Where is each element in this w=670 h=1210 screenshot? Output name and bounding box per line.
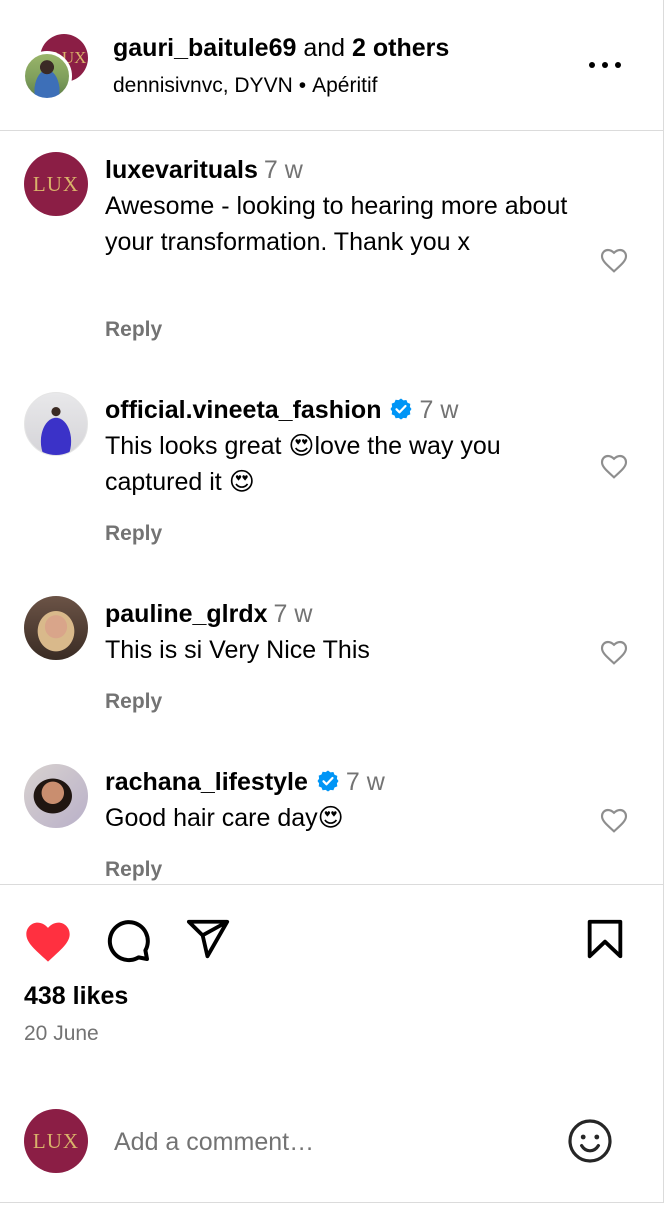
comment-body: pauline_glrdx 7 w This is si Very Nice Th… <box>105 596 575 668</box>
audio-link[interactable]: Apéritif <box>312 74 377 97</box>
save-bookmark-icon[interactable] <box>582 916 628 962</box>
comment-username[interactable]: official.vineeta_fashion <box>105 396 381 424</box>
add-comment-input[interactable] <box>114 1122 554 1162</box>
post-comments-panel: LUX gauri_baitule69 and 2 others dennisi… <box>0 0 664 1203</box>
comment-text-part: This looks great <box>105 432 289 460</box>
more-options-icon[interactable] <box>585 52 625 78</box>
current-user-avatar: LUX <box>24 1109 88 1173</box>
post-date: 20 June <box>24 1022 99 1045</box>
commenter-avatar[interactable] <box>24 764 88 828</box>
more-dot <box>615 62 621 68</box>
authors-joiner: and <box>303 34 346 62</box>
comment-text-part: Good hair care day <box>105 804 318 832</box>
comment-body: official.vineeta_fashion 7 w This looks g… <box>105 392 575 500</box>
subtitle-separator: • <box>298 74 307 97</box>
comment-text: Awesome - looking to hearing more about … <box>105 192 568 256</box>
collab-avatar-stack[interactable]: LUX <box>22 34 92 102</box>
collaborators-text[interactable]: dennisivnvc, DYVN <box>113 74 293 97</box>
verified-badge-icon <box>317 770 339 792</box>
comment-username[interactable]: pauline_glrdx <box>105 600 268 628</box>
commenter-avatar[interactable]: LUX <box>24 152 88 216</box>
comment-time: 7 w <box>263 156 303 184</box>
add-comment-bar: LUX <box>0 1090 663 1202</box>
more-dot <box>602 62 608 68</box>
more-dot <box>589 62 595 68</box>
post-authors: gauri_baitule69 and 2 others <box>113 34 449 63</box>
comment-text: Good hair care day😍 <box>105 800 575 836</box>
comment-username[interactable]: rachana_lifestyle <box>105 768 308 796</box>
reply-button[interactable]: Reply <box>105 522 162 546</box>
comment-username[interactable]: luxevarituals <box>105 156 258 184</box>
commenter-avatar[interactable] <box>24 392 88 456</box>
comment-like-heart-icon[interactable] <box>597 244 631 276</box>
comment-like-heart-icon[interactable] <box>597 450 631 482</box>
post-actions: 438 likes 20 June <box>0 886 663 1086</box>
commenter-avatar[interactable] <box>24 596 88 660</box>
heart-eyes-emoji: 😍 <box>317 803 344 832</box>
post-subtitle: dennisivnvc, DYVN • Apéritif <box>113 74 377 98</box>
owner-username[interactable]: gauri_baitule69 <box>113 34 296 62</box>
likes-count[interactable]: 438 likes <box>24 982 128 1011</box>
comments-list[interactable]: LUX luxevarituals 7 w Awesome - looking t… <box>0 132 663 885</box>
comment-like-heart-icon[interactable] <box>597 804 631 836</box>
comment-text: This is si Very Nice This <box>105 636 370 664</box>
owner-avatar <box>22 51 72 101</box>
emoji-smiley-icon[interactable] <box>566 1117 614 1165</box>
reply-button[interactable]: Reply <box>105 690 162 714</box>
comment-text: This looks great 😍love the way you captu… <box>105 428 575 500</box>
like-heart-filled-icon[interactable] <box>22 916 74 964</box>
reply-button[interactable]: Reply <box>105 318 162 342</box>
reply-button[interactable]: Reply <box>105 858 162 882</box>
comment-like-heart-icon[interactable] <box>597 636 631 668</box>
verified-badge-icon <box>390 398 412 420</box>
comment-time: 7 w <box>345 768 385 796</box>
share-icon[interactable] <box>184 916 232 962</box>
comment-time: 7 w <box>419 396 459 424</box>
others-link[interactable]: 2 others <box>352 34 449 62</box>
comment-time: 7 w <box>273 600 313 628</box>
heart-eyes-emoji: 😍 <box>228 467 255 496</box>
post-header: LUX gauri_baitule69 and 2 others dennisi… <box>0 0 663 131</box>
comment-body: luxevarituals 7 w Awesome - looking to he… <box>105 152 575 260</box>
heart-eyes-emoji: 😍 <box>288 431 315 460</box>
comment-icon[interactable] <box>104 916 152 964</box>
comment-body: rachana_lifestyle 7 w Good hair care day😍 <box>105 764 575 836</box>
